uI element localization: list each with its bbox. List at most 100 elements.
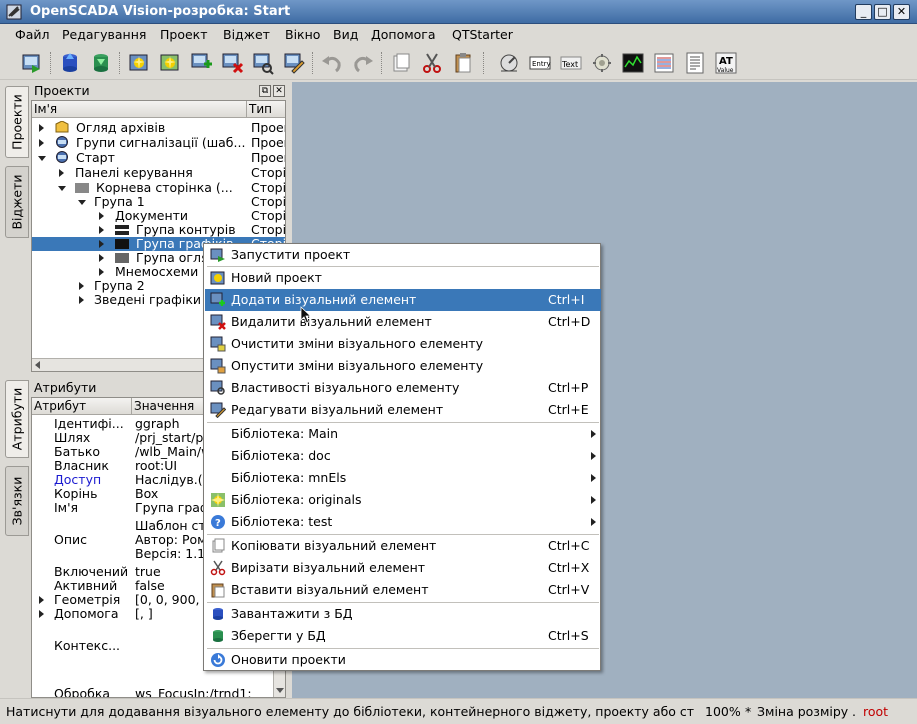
- save-db-icon[interactable]: [89, 51, 113, 75]
- menu-item-new-project[interactable]: Новий проект: [205, 267, 601, 289]
- expand-arrow-icon[interactable]: [99, 240, 104, 248]
- expand-arrow-icon[interactable]: [59, 169, 64, 177]
- attribute-name: Ідентифі...: [54, 417, 124, 431]
- status-zoom[interactable]: 100%: [705, 704, 741, 719]
- menu-item-library-doc[interactable]: Бібліотека: doc: [205, 445, 601, 467]
- dock-float-icon[interactable]: ⧉: [259, 85, 271, 97]
- delete-element-icon[interactable]: [220, 51, 244, 75]
- menu-item-copy-element[interactable]: Копіювати візуальний елемент Ctrl+C: [205, 535, 601, 557]
- diagram-tool-icon[interactable]: [621, 51, 645, 75]
- menu-item-paste-element[interactable]: Вставити візуальний елемент Ctrl+V: [205, 579, 601, 601]
- menu-project[interactable]: Проект: [160, 27, 208, 42]
- menu-item-run-project[interactable]: Запустити проект: [205, 244, 601, 266]
- tree-row[interactable]: Панелі керування Сторінка: [32, 165, 286, 180]
- menu-item-library-mnels[interactable]: Бібліотека: mnEls: [205, 467, 601, 489]
- expand-arrow-icon[interactable]: [39, 124, 44, 132]
- menu-widget[interactable]: Віджет: [223, 27, 270, 42]
- menu-item-load-db[interactable]: Завантажити з БД: [205, 603, 601, 625]
- paste-icon[interactable]: [451, 51, 475, 75]
- menu-window[interactable]: Вікно: [285, 27, 320, 42]
- copy-icon[interactable]: [389, 51, 413, 75]
- element-properties-icon[interactable]: [251, 51, 275, 75]
- protocol-tool-icon[interactable]: [652, 51, 676, 75]
- omit-changes-icon: [210, 358, 226, 374]
- undo-icon[interactable]: [320, 51, 344, 75]
- new-project-icon[interactable]: [127, 51, 151, 75]
- tab-widgets[interactable]: Віджети: [5, 166, 29, 238]
- tab-attributes[interactable]: Атрибути: [5, 380, 29, 458]
- expand-arrow-icon[interactable]: [99, 212, 104, 220]
- minimize-button[interactable]: _: [855, 4, 872, 20]
- tree-row[interactable]: Документи Сторінка: [32, 209, 285, 223]
- menu-item-refresh-projects[interactable]: Оновити проекти: [205, 649, 601, 671]
- menu-item-delete-element[interactable]: Видалити візуальний елемент Ctrl+D: [205, 311, 601, 333]
- menu-item-save-db[interactable]: Зберегти у БД Ctrl+S: [205, 625, 601, 647]
- column-type-header[interactable]: Тип: [247, 101, 285, 118]
- expand-arrow-icon[interactable]: [39, 139, 44, 147]
- document-tool-icon[interactable]: [683, 51, 707, 75]
- menu-item-add-element[interactable]: Додати візуальний елемент Ctrl+I: [205, 289, 601, 311]
- status-user[interactable]: root: [863, 704, 888, 719]
- expand-arrow-icon[interactable]: [79, 296, 84, 304]
- collapse-arrow-icon[interactable]: [38, 156, 46, 161]
- expand-arrow-icon[interactable]: [39, 610, 44, 618]
- tree-row[interactable]: Група контурів Сторінка: [32, 223, 285, 237]
- edit-element-icon: [210, 402, 226, 418]
- dock-close-icon[interactable]: ✕: [273, 85, 285, 97]
- menu-item-edit-element[interactable]: Редагувати візуальний елемент Ctrl+E: [205, 399, 601, 421]
- text-tool-icon[interactable]: Text: [559, 51, 583, 75]
- menu-item-library-main[interactable]: Бібліотека: Main: [205, 423, 601, 445]
- tree-item-type: Сторінка: [251, 165, 286, 180]
- tree-row[interactable]: Групи сигналізації (шаб... Проект: [32, 135, 285, 150]
- tree-item-name: Групи сигналізації (шаб...: [76, 135, 246, 150]
- column-name-header[interactable]: Ім'я: [32, 101, 247, 118]
- scroll-left-icon[interactable]: [35, 361, 40, 369]
- attribute-name: Корінь: [54, 487, 98, 501]
- status-mode[interactable]: Зміна розміру: [757, 704, 848, 719]
- value-tool-icon[interactable]: AT Value: [714, 51, 738, 75]
- collapse-arrow-icon[interactable]: [58, 186, 66, 191]
- menu-item-label: Очистити зміни візуального елементу: [231, 336, 484, 351]
- menu-file[interactable]: Файл: [15, 27, 50, 42]
- menu-item-shortcut: Ctrl+E: [548, 402, 589, 417]
- expand-arrow-icon[interactable]: [99, 254, 104, 262]
- tree-item-type: Сторінка: [251, 180, 286, 195]
- menu-view[interactable]: Вид: [333, 27, 358, 42]
- tree-row[interactable]: Старт Проект: [32, 151, 285, 165]
- menu-item-clear-changes[interactable]: Очистити зміни візуального елементу: [205, 333, 601, 355]
- close-button[interactable]: ✕: [893, 4, 910, 20]
- run-project-icon[interactable]: [20, 51, 44, 75]
- media-tool-icon[interactable]: [590, 51, 614, 75]
- edit-element-icon[interactable]: [282, 51, 306, 75]
- redo-icon[interactable]: [351, 51, 375, 75]
- form-entry-icon[interactable]: Entry: [528, 51, 552, 75]
- menu-item-cut-element[interactable]: Вирізати візуальний елемент Ctrl+X: [205, 557, 601, 579]
- tab-links[interactable]: Зв'язки: [5, 466, 29, 536]
- menu-item-element-properties[interactable]: Властивості візуального елементу Ctrl+P: [205, 377, 601, 399]
- scroll-down-icon[interactable]: [276, 688, 284, 693]
- menu-item-library-test[interactable]: ? Бібліотека: test: [205, 511, 601, 533]
- expand-arrow-icon[interactable]: [79, 282, 84, 290]
- menu-item-library-originals[interactable]: Бібліотека: originals: [205, 489, 601, 511]
- expand-arrow-icon[interactable]: [99, 268, 104, 276]
- tree-row[interactable]: Огляд архівів Проект: [32, 121, 285, 135]
- elfigure-icon[interactable]: [497, 51, 521, 75]
- load-db-icon[interactable]: [58, 51, 82, 75]
- tree-row[interactable]: Корнева сторінка (... Сторінка: [32, 180, 286, 195]
- menu-item-omit-changes[interactable]: Опустити зміни візуального елементу: [205, 355, 601, 377]
- menu-help[interactable]: Допомога: [371, 27, 436, 42]
- column-attribute-header[interactable]: Атрибут: [32, 398, 132, 415]
- new-library-icon[interactable]: [158, 51, 182, 75]
- tree-row[interactable]: Група 1 Сторінка: [32, 195, 285, 209]
- cut-icon[interactable]: [420, 51, 444, 75]
- add-element-icon[interactable]: [189, 51, 213, 75]
- attribute-value[interactable]: ws_FocusIn:/trnd1:: [135, 687, 273, 697]
- menu-edit[interactable]: Редагування: [62, 27, 146, 42]
- menu-qtstarter[interactable]: QTStarter: [452, 27, 513, 42]
- tab-projects[interactable]: Проекти: [5, 86, 29, 158]
- expand-arrow-icon[interactable]: [99, 226, 104, 234]
- collapse-arrow-icon[interactable]: [78, 200, 86, 205]
- expand-arrow-icon[interactable]: [39, 596, 44, 604]
- maximize-button[interactable]: □: [874, 4, 891, 20]
- submenu-arrow-icon: [591, 496, 596, 504]
